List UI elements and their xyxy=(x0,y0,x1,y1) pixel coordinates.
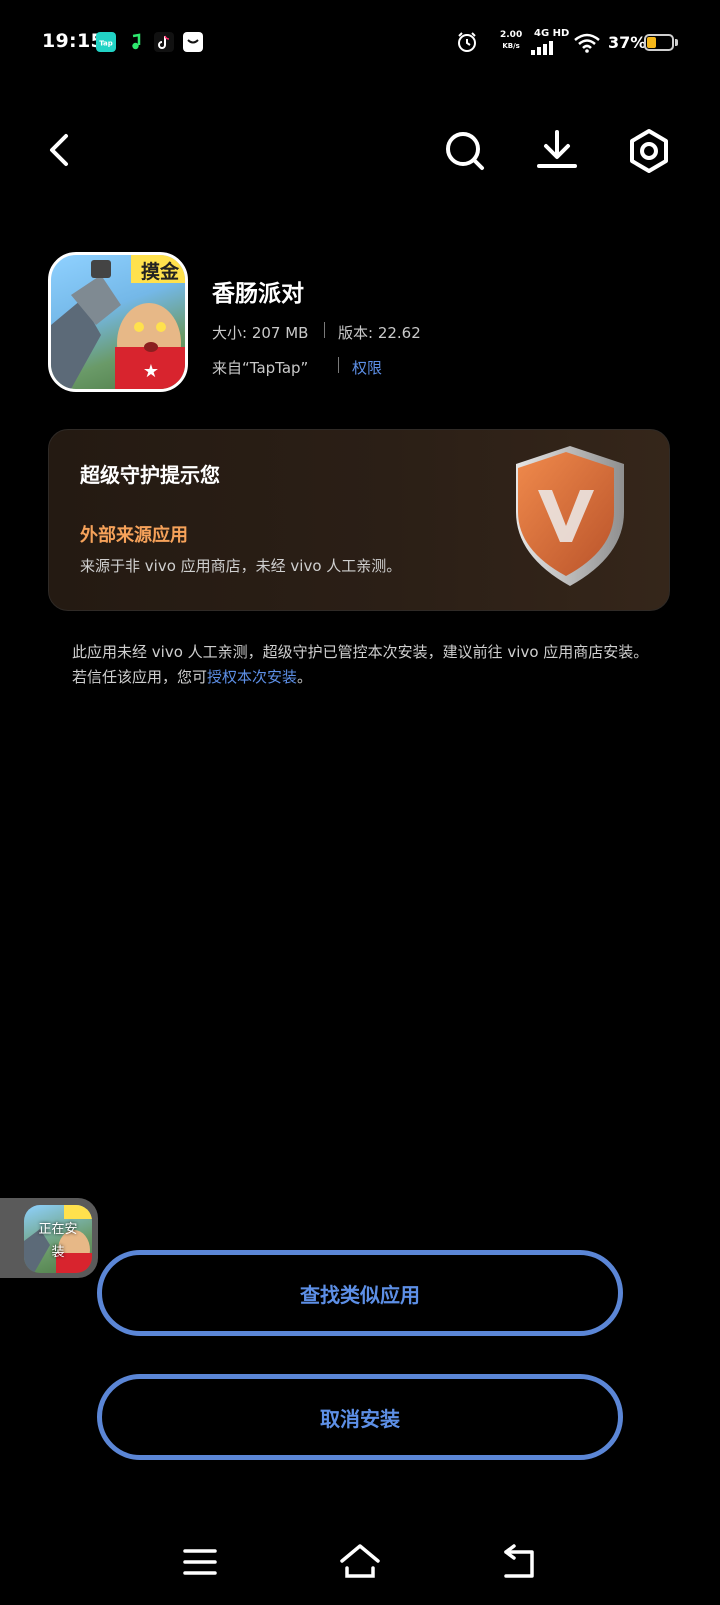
battery-level xyxy=(647,37,656,48)
status-time: 19:15 xyxy=(42,30,104,52)
battery-icon xyxy=(644,34,674,51)
back-icon xyxy=(504,1544,534,1578)
message-icon xyxy=(183,32,203,52)
download-button[interactable] xyxy=(534,128,580,174)
back-button[interactable] xyxy=(40,128,80,172)
find-similar-apps-button[interactable]: 查找类似应用 xyxy=(97,1250,623,1336)
card-title: 超级守护提示您 xyxy=(80,463,220,487)
app-icon-badge: 摸金 xyxy=(140,261,179,283)
installing-status: 正在安装 xyxy=(38,1222,78,1260)
svg-text:Tap: Tap xyxy=(99,40,113,48)
app-source: 来自“TapTap” xyxy=(212,359,309,377)
shield-v-icon xyxy=(512,444,628,594)
taptap-icon: Tap xyxy=(96,32,116,52)
chevron-left-icon xyxy=(50,134,68,166)
network-speed: 2.00 KB/s xyxy=(500,30,523,50)
music-icon xyxy=(125,32,145,52)
search-icon xyxy=(446,132,484,170)
notice-text: 此应用未经 vivo 人工亲测，超级守护已管控本次安装，建议前往 vivo 应用… xyxy=(72,643,649,686)
settings-icon xyxy=(630,129,668,173)
signal-icon xyxy=(530,40,556,59)
app-icon: ★ 摸金 xyxy=(48,252,188,392)
nav-home-button[interactable] xyxy=(338,1542,382,1580)
card-subtitle: 外部来源应用 xyxy=(80,525,188,546)
battery-percent: 37% xyxy=(608,33,647,52)
nav-menu-button[interactable] xyxy=(180,1545,220,1579)
app-size: 大小: 207 MB xyxy=(212,324,309,342)
app-name: 香肠派对 xyxy=(212,281,304,307)
meta-divider xyxy=(338,357,339,373)
notice-suffix: 。 xyxy=(297,668,313,686)
meta-divider xyxy=(324,322,325,338)
settings-button[interactable] xyxy=(626,128,672,174)
battery-tip xyxy=(675,39,678,46)
install-notice: 此应用未经 vivo 人工亲测，超级守护已管控本次安装，建议前往 vivo 应用… xyxy=(72,640,652,690)
search-button[interactable] xyxy=(442,128,488,174)
authorize-install-link[interactable]: 授权本次安装 xyxy=(207,668,297,686)
cancel-install-button[interactable]: 取消安装 xyxy=(97,1374,623,1460)
svg-text:★: ★ xyxy=(143,361,159,382)
permissions-link[interactable]: 权限 xyxy=(352,357,382,378)
tiktok-icon xyxy=(154,32,174,52)
menu-icon xyxy=(183,1549,217,1575)
nav-back-button[interactable] xyxy=(500,1542,542,1580)
alarm-icon xyxy=(456,31,478,57)
wifi-icon xyxy=(574,33,600,57)
download-icon xyxy=(537,130,577,168)
card-description: 来源于非 vivo 应用商店，未经 vivo 人工亲测。 xyxy=(80,557,402,575)
network-type: 4G HD xyxy=(534,28,570,39)
home-icon xyxy=(340,1544,380,1578)
app-version: 版本: 22.62 xyxy=(338,324,421,342)
